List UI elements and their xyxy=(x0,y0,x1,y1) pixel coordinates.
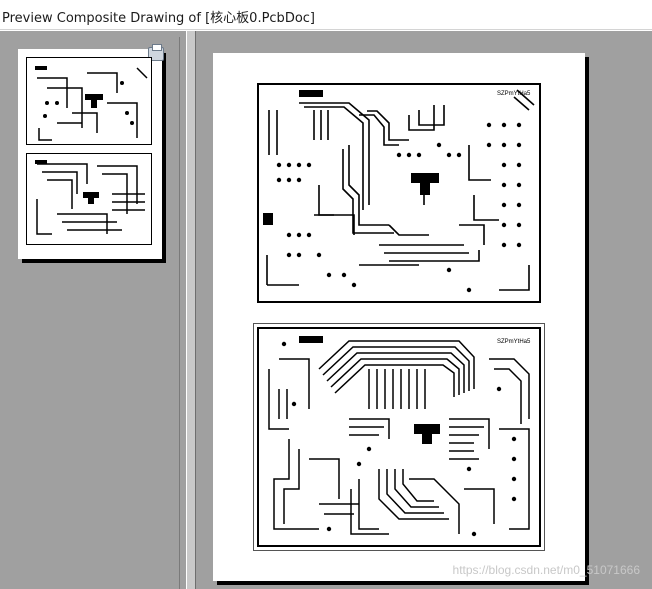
pcb-bottom-layer-art: SZPmYtHa5 xyxy=(268,336,531,537)
window-title: Preview Composite Drawing of [核心板0.PcbDo… xyxy=(2,11,315,26)
pcb-top-layer-art: SZPmYtHa5 xyxy=(263,89,535,293)
thumbnail-pane[interactable] xyxy=(8,37,180,589)
workspace: SZPmYtHa5 SZPmYtHa5 https://blog.csdn.ne… xyxy=(0,31,652,589)
thumbnail-bottom-layer xyxy=(26,153,152,245)
preview-pane[interactable]: SZPmYtHa5 SZPmYtHa5 xyxy=(197,31,652,589)
thumbnail-top-layer xyxy=(26,57,152,145)
pcb-bottom-layer: SZPmYtHa5 xyxy=(257,327,541,547)
top-layer-board-label: SZPmYtHa5 xyxy=(497,91,531,97)
thumbnail-top-pcb-art xyxy=(35,66,148,141)
watermark: https://blog.csdn.net/m0_51071666 xyxy=(452,563,640,577)
pcb-top-layer: SZPmYtHa5 xyxy=(257,83,541,303)
thumbnail-page[interactable] xyxy=(18,44,164,259)
thumbnail-bottom-pcb-art xyxy=(35,160,145,235)
title-bar: Preview Composite Drawing of [核心板0.PcbDo… xyxy=(0,0,652,30)
bottom-layer-board-label: SZPmYtHa5 xyxy=(497,339,531,345)
pane-splitter[interactable] xyxy=(186,31,196,589)
preview-page: SZPmYtHa5 SZPmYtHa5 xyxy=(213,53,585,581)
